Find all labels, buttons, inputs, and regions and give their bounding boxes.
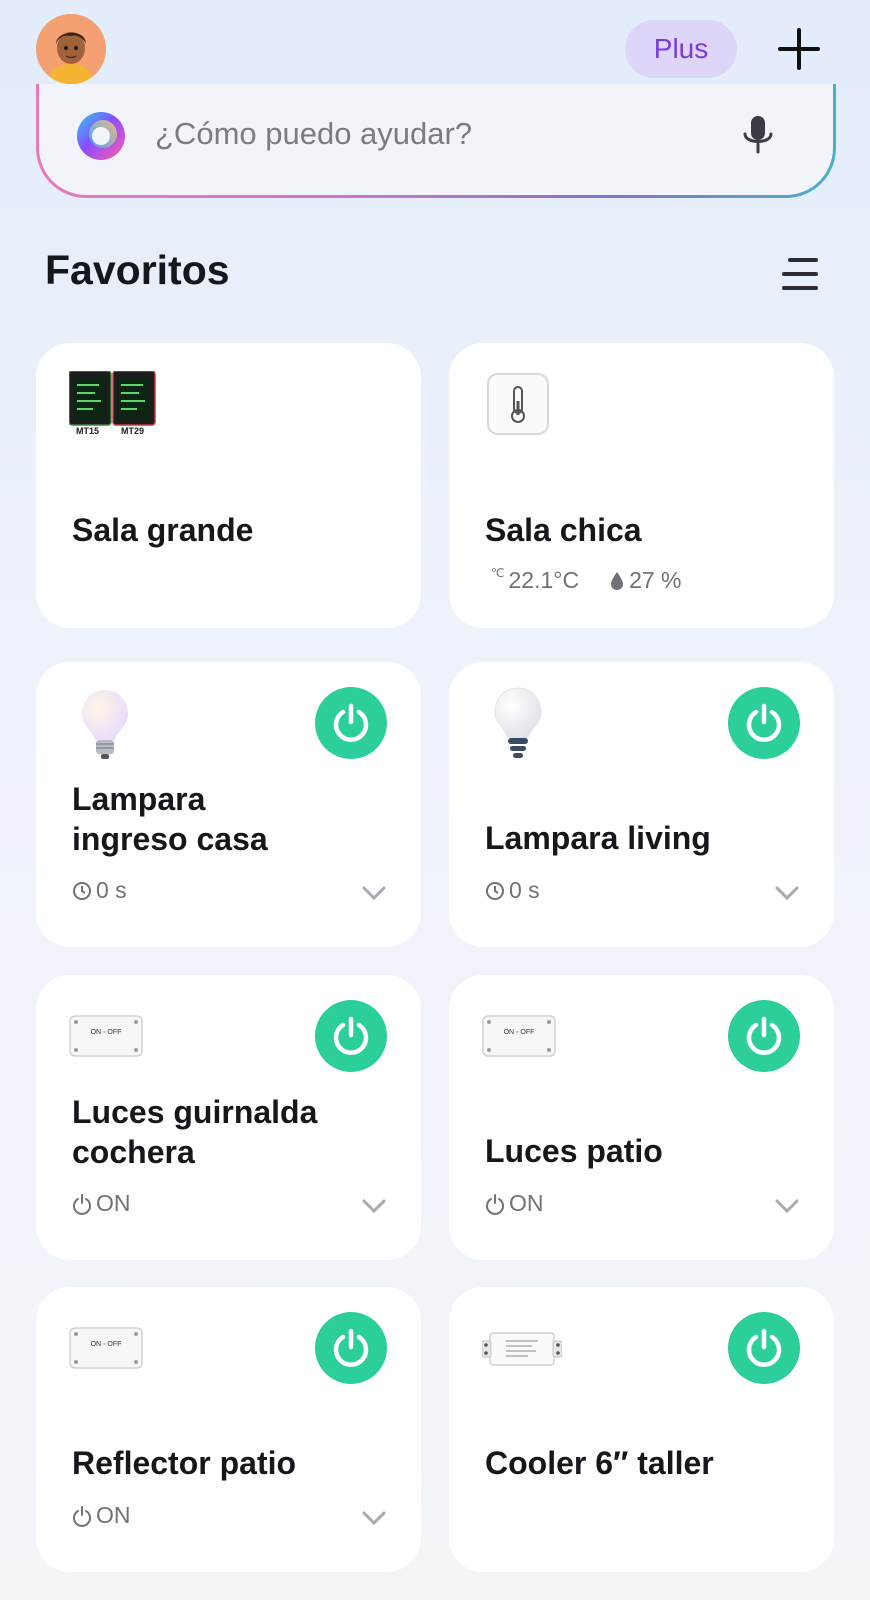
device-name: Sala chica xyxy=(485,512,642,548)
device-name-line-1: Luces guirnalda xyxy=(72,1094,318,1130)
device-status: ON xyxy=(485,1190,544,1217)
switch-module-icon: ON ◦ OFF xyxy=(69,1015,143,1057)
thermo-hygrometer-panels-image: MT15 MT29 xyxy=(68,370,159,442)
temperature-icon: ℃ xyxy=(491,565,505,580)
chevron-down-icon[interactable] xyxy=(774,1198,800,1214)
warm-bulb-icon xyxy=(80,688,130,765)
device-status: ON xyxy=(72,1502,131,1529)
switch-module-icon: ON ◦ OFF xyxy=(69,1327,143,1369)
switch-module-icon: ON ◦ OFF xyxy=(482,1015,556,1057)
status-value: ON xyxy=(96,1190,131,1216)
power-toggle-button[interactable] xyxy=(728,1000,800,1072)
device-name-line-2: ingreso casa xyxy=(72,821,268,857)
timer-value: 0 s xyxy=(509,877,540,903)
switch-label: ON ◦ OFF xyxy=(90,1029,122,1036)
device-status: 0 s xyxy=(72,877,127,904)
power-icon xyxy=(333,1016,369,1055)
device-status: 0 s xyxy=(485,877,540,904)
power-toggle-button[interactable] xyxy=(315,1000,387,1072)
chevron-down-icon[interactable] xyxy=(361,885,387,901)
power-icon xyxy=(746,1328,782,1367)
list-menu-icon[interactable] xyxy=(780,256,820,292)
bulb-icon xyxy=(493,686,543,767)
device-name: Sala grande xyxy=(72,512,254,548)
plus-icon[interactable] xyxy=(776,26,822,72)
thermometer-sensor-icon xyxy=(487,373,551,442)
device-name-line-1: Lampara xyxy=(72,781,206,817)
device-card-reflector-patio[interactable]: ON ◦ OFF Reflector patio ON xyxy=(36,1287,421,1572)
device-name-line-2: cochera xyxy=(72,1134,195,1170)
assistant-logo-icon xyxy=(73,108,129,164)
search-input[interactable]: ¿Cómo puedo ayudar? xyxy=(155,116,472,152)
power-icon xyxy=(333,703,369,742)
assistant-search-bar[interactable]: ¿Cómo puedo ayudar? xyxy=(36,84,836,198)
chevron-down-icon[interactable] xyxy=(361,1510,387,1526)
power-icon xyxy=(746,1016,782,1055)
device-card-cooler-taller[interactable]: Cooler 6″ taller xyxy=(449,1287,834,1572)
device-name: Reflector patio xyxy=(72,1445,297,1481)
user-avatar-icon[interactable] xyxy=(36,14,106,84)
device-name: Luces patio xyxy=(485,1133,663,1169)
power-status-icon xyxy=(73,1505,91,1527)
favorites-title: Favoritos xyxy=(45,247,230,293)
humidity-value: 27 % xyxy=(629,567,682,593)
power-toggle-button[interactable] xyxy=(315,687,387,759)
status-value: ON xyxy=(509,1190,544,1216)
device-card-lampara-ingreso-casa[interactable]: Lampara ingreso casa 0 s xyxy=(36,662,421,947)
switch-label: ON ◦ OFF xyxy=(503,1029,535,1036)
plus-button[interactable]: Plus xyxy=(625,20,737,78)
device-name: Lampara living xyxy=(485,820,711,856)
model-label-mt29: MT29 xyxy=(121,426,145,436)
power-status-icon xyxy=(73,1193,91,1215)
model-label-mt15: MT15 xyxy=(76,426,100,436)
power-icon xyxy=(333,1328,369,1367)
chevron-down-icon[interactable] xyxy=(774,885,800,901)
power-icon xyxy=(746,703,782,742)
chevron-down-icon[interactable] xyxy=(361,1198,387,1214)
switch-label: ON ◦ OFF xyxy=(90,1341,122,1348)
device-card-luces-patio[interactable]: ON ◦ OFF Luces patio ON xyxy=(449,975,834,1260)
relay-module-icon xyxy=(481,1331,563,1372)
power-status-icon xyxy=(486,1193,504,1215)
device-card-luces-guirnalda-cochera[interactable]: ON ◦ OFF Luces guirnalda cochera ON xyxy=(36,975,421,1260)
device-card-sala-chica[interactable]: Sala chica ℃ 22.1°C 27 % xyxy=(449,343,834,628)
humidity-icon xyxy=(611,571,624,590)
clock-icon xyxy=(73,881,91,900)
device-card-sala-grande[interactable]: MT15 MT29 Sala grande xyxy=(36,343,421,628)
power-toggle-button[interactable] xyxy=(728,1312,800,1384)
microphone-icon[interactable] xyxy=(739,114,777,158)
device-name: Lampara ingreso casa xyxy=(72,779,268,859)
sensor-readings: ℃ 22.1°C 27 % xyxy=(491,565,682,594)
power-toggle-button[interactable] xyxy=(728,687,800,759)
device-card-lampara-living[interactable]: Lampara living 0 s xyxy=(449,662,834,947)
device-name: Cooler 6″ taller xyxy=(485,1445,714,1481)
device-name: Luces guirnalda cochera xyxy=(72,1092,317,1172)
timer-value: 0 s xyxy=(96,877,127,903)
power-toggle-button[interactable] xyxy=(315,1312,387,1384)
status-value: ON xyxy=(96,1502,131,1528)
device-status: ON xyxy=(72,1190,131,1217)
temperature-value: 22.1°C xyxy=(508,567,580,593)
clock-icon xyxy=(486,881,504,900)
